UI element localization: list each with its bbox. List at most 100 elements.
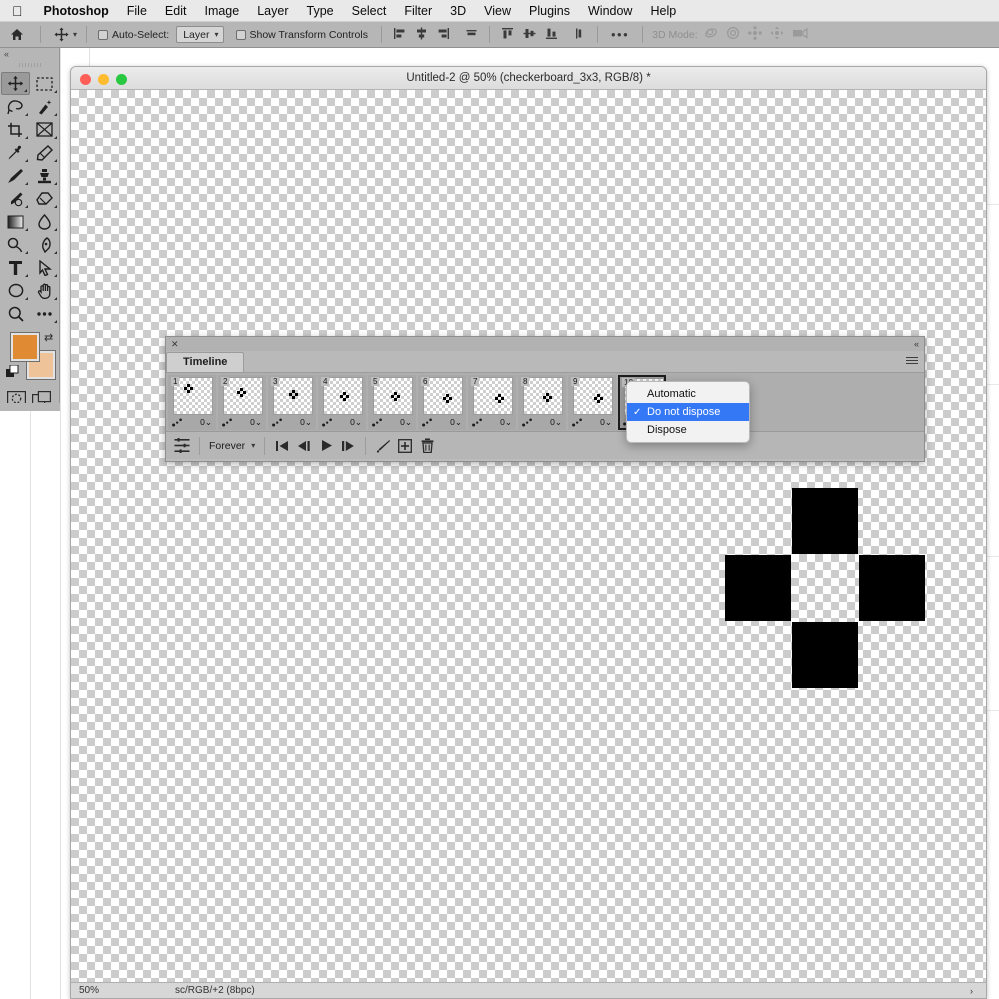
checkbox-box[interactable] (235, 29, 246, 40)
loop-options-dropdown[interactable]: Forever ▾ (206, 439, 259, 452)
delete-frame-icon[interactable] (416, 436, 438, 456)
frame-delay[interactable]: 0⌄ (600, 417, 612, 428)
frame-delay[interactable]: 0⌄ (300, 417, 312, 428)
minimize-button[interactable] (98, 74, 109, 85)
more-options-button[interactable]: ••• (605, 28, 635, 41)
checkbox-box[interactable] (98, 29, 109, 40)
align-horizontal-centers-icon[interactable] (415, 27, 428, 43)
select-first-frame-icon[interactable] (271, 436, 293, 456)
animation-frame[interactable]: 9 0⌄ (568, 375, 616, 430)
animation-frame[interactable]: 4 0⌄ (318, 375, 366, 430)
zoom-button[interactable] (116, 74, 127, 85)
align-right-edges-icon[interactable] (437, 27, 450, 43)
frame-tween-icon[interactable] (322, 418, 333, 427)
tool-frame-tool[interactable] (30, 118, 59, 141)
tool-brush-tool[interactable] (1, 164, 30, 187)
duplicate-frame-icon[interactable] (394, 436, 416, 456)
home-icon[interactable] (0, 28, 33, 41)
align-top-edges-icon[interactable] (501, 27, 514, 43)
menu-item-edit[interactable]: Edit (156, 0, 196, 22)
animation-frame[interactable]: 8 0⌄ (518, 375, 566, 430)
tool-blur-tool[interactable] (30, 210, 59, 233)
tool-path-selection-tool[interactable] (30, 256, 59, 279)
select-next-frame-icon[interactable] (337, 436, 359, 456)
convert-to-video-timeline-icon[interactable] (171, 436, 193, 456)
frame-delay[interactable]: 0⌄ (500, 417, 512, 428)
show-transform-controls-checkbox[interactable]: Show Transform Controls (232, 29, 372, 41)
tool-horizontal-type-tool[interactable] (1, 256, 30, 279)
tool-gradient-tool[interactable] (1, 210, 30, 233)
menu-item-photoshop[interactable]: Photoshop (35, 0, 118, 22)
tool-zoom-tool[interactable] (1, 302, 30, 325)
close-icon[interactable]: ✕ (171, 339, 179, 350)
frame-tween-icon[interactable] (522, 418, 533, 427)
align-bottom-edges-icon[interactable] (545, 27, 558, 43)
default-colors-icon[interactable] (6, 364, 19, 383)
menu-item-window[interactable]: Window (579, 0, 641, 22)
zoom-level[interactable]: 50% (71, 985, 137, 996)
frame-delay[interactable]: 0⌄ (350, 417, 362, 428)
frame-tween-icon[interactable] (472, 418, 483, 427)
frame-tween-icon[interactable] (272, 418, 283, 427)
frame-tween-icon[interactable] (572, 418, 583, 427)
distribute-horizontally-icon[interactable] (465, 27, 478, 43)
move-tool-icon[interactable]: ▾ (48, 27, 79, 42)
panel-drag-handle[interactable] (0, 60, 59, 70)
frame-delay[interactable]: 0⌄ (450, 417, 462, 428)
3d-roll-icon[interactable] (726, 26, 741, 43)
3d-camera-icon[interactable] (792, 26, 809, 43)
menu-item-do-not-dispose[interactable]: ✓ Do not dispose (627, 403, 749, 421)
menu-item-layer[interactable]: Layer (248, 0, 297, 22)
frame-delay[interactable]: 0⌄ (550, 417, 562, 428)
frame-tween-icon[interactable] (422, 418, 433, 427)
animation-frame[interactable]: 5 0⌄ (368, 375, 416, 430)
frame-delay[interactable]: 0⌄ (400, 417, 412, 428)
animation-frame[interactable]: 1 0⌄ (168, 375, 216, 430)
distribute-vertically-icon[interactable] (573, 27, 586, 43)
animation-frame[interactable]: 6 0⌄ (418, 375, 466, 430)
frame-tween-icon[interactable] (222, 418, 233, 427)
menu-item-select[interactable]: Select (343, 0, 396, 22)
animation-frame[interactable]: 2 0⌄ (218, 375, 266, 430)
align-vertical-centers-icon[interactable] (523, 27, 536, 43)
menu-item-3d[interactable]: 3D (441, 0, 475, 22)
tool-hand-tool[interactable] (30, 279, 59, 302)
frame-delay[interactable]: 0⌄ (250, 417, 262, 428)
menu-item-view[interactable]: View (475, 0, 520, 22)
align-left-edges-icon[interactable] (393, 27, 406, 43)
animation-frame[interactable]: 3 0⌄ (268, 375, 316, 430)
menu-item-automatic[interactable]: Automatic (627, 385, 749, 403)
tool-rectangular-marquee-tool[interactable] (30, 72, 59, 95)
menu-item-file[interactable]: File (118, 0, 156, 22)
status-expand-icon[interactable]: › (970, 986, 986, 996)
3d-orbit-icon[interactable] (704, 26, 719, 43)
swap-colors-icon[interactable]: ⇄ (44, 331, 53, 344)
tool-ellipse-tool[interactable] (1, 279, 30, 302)
collapse-panel-icon[interactable]: « (0, 48, 59, 60)
auto-select-scope-dropdown[interactable]: Layer ▾ (176, 26, 224, 43)
menu-item-type[interactable]: Type (298, 0, 343, 22)
frame-tween-icon[interactable] (172, 418, 183, 427)
tool-history-brush-tool[interactable] (1, 187, 30, 210)
frame-tween-icon[interactable] (372, 418, 383, 427)
auto-select-checkbox[interactable]: Auto-Select: (94, 29, 173, 41)
tool-lasso-tool[interactable] (1, 95, 30, 118)
tool-eyedropper-tool[interactable] (1, 141, 30, 164)
tool-crop-tool[interactable] (1, 118, 30, 141)
apple-logo-icon[interactable]:  (0, 4, 35, 18)
canvas[interactable] (71, 90, 986, 998)
menu-item-filter[interactable]: Filter (395, 0, 441, 22)
tool-spot-healing-brush-tool[interactable] (30, 141, 59, 164)
tab-timeline[interactable]: Timeline (166, 352, 245, 372)
tool-quick-selection-tool[interactable] (30, 95, 59, 118)
3d-pan-icon[interactable] (747, 26, 763, 43)
tool-pen-tool[interactable] (30, 233, 59, 256)
select-previous-frame-icon[interactable] (293, 436, 315, 456)
close-button[interactable] (80, 74, 91, 85)
3d-slide-icon[interactable] (770, 26, 785, 43)
foreground-color-swatch[interactable] (11, 333, 39, 361)
menu-item-image[interactable]: Image (195, 0, 248, 22)
tool-eraser-tool[interactable] (30, 187, 59, 210)
frame-delay[interactable]: 0⌄ (200, 417, 212, 428)
animation-frame[interactable]: 7 0⌄ (468, 375, 516, 430)
